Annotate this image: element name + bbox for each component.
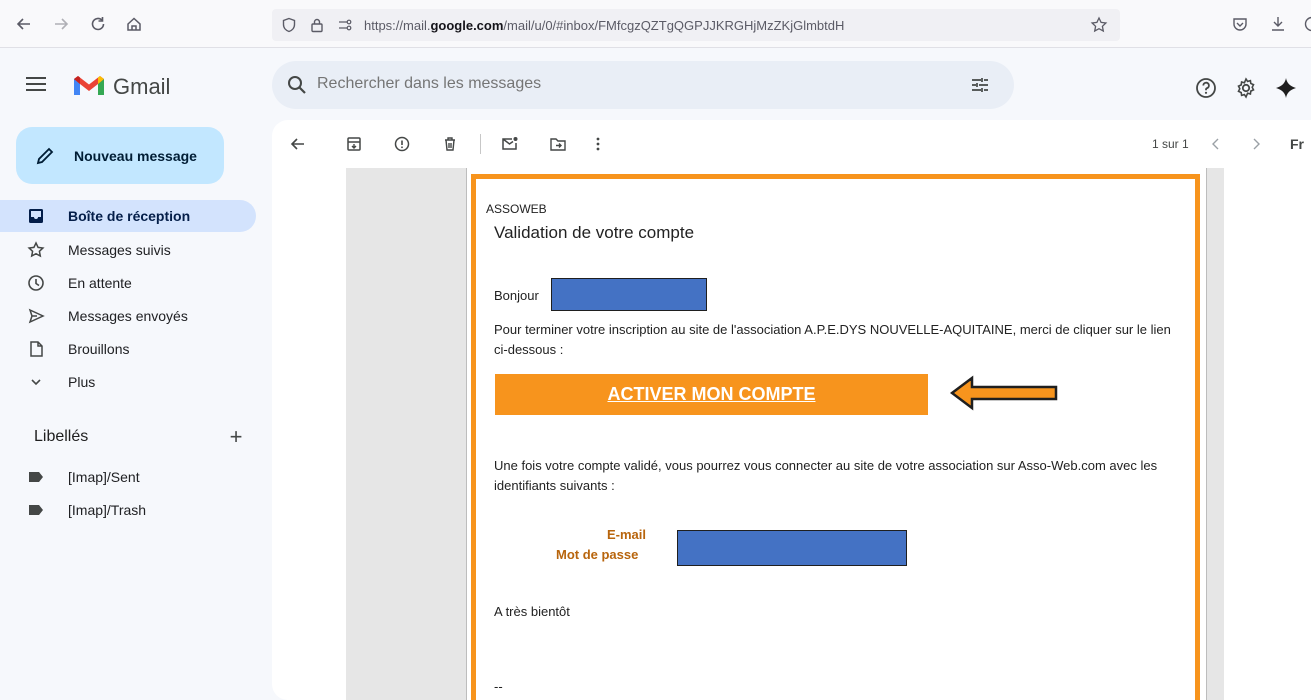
draft-icon bbox=[26, 339, 46, 359]
move-to-icon[interactable] bbox=[548, 134, 568, 154]
download-icon[interactable] bbox=[1266, 12, 1290, 36]
sidebar-item-label: Plus bbox=[68, 374, 96, 390]
email-brand: ASSOWEB bbox=[486, 202, 547, 216]
permissions-icon[interactable] bbox=[334, 14, 356, 36]
sidebar-label-text: [Imap]/Trash bbox=[68, 502, 147, 518]
label-icon bbox=[26, 500, 46, 520]
add-label-icon[interactable]: + bbox=[226, 426, 246, 448]
activate-account-button[interactable]: ACTIVER MON COMPTE bbox=[495, 374, 928, 415]
sidebar-item-label: Boîte de réception bbox=[68, 208, 191, 224]
search-options-icon[interactable] bbox=[970, 75, 990, 95]
sidebar-item-label: Messages suivis bbox=[68, 242, 171, 258]
sidebar-item-drafts[interactable]: Brouillons bbox=[0, 333, 256, 365]
older-chevron-icon[interactable] bbox=[1246, 134, 1266, 154]
email-intro: Pour terminer votre inscription au site … bbox=[494, 322, 1171, 357]
pocket-icon[interactable] bbox=[1228, 12, 1252, 36]
newer-chevron-icon[interactable] bbox=[1206, 134, 1226, 154]
gmail-header: Gmail bbox=[0, 48, 1311, 118]
sidebar-item-sent[interactable]: Messages envoyés bbox=[0, 300, 256, 332]
send-icon bbox=[26, 306, 46, 326]
bookmark-star-icon[interactable] bbox=[1088, 14, 1110, 36]
clock-icon bbox=[26, 273, 46, 293]
profile-icon[interactable] bbox=[1300, 12, 1311, 36]
shield-icon[interactable] bbox=[278, 14, 300, 36]
help-icon[interactable] bbox=[1194, 76, 1218, 100]
forward-arrow-icon[interactable] bbox=[49, 12, 73, 36]
sidebar-item-label: Brouillons bbox=[68, 341, 130, 357]
pencil-icon bbox=[36, 147, 54, 164]
sidebar-item-more[interactable]: Plus bbox=[0, 366, 256, 398]
toolbar-divider bbox=[480, 134, 481, 154]
pointer-arrow-icon bbox=[950, 375, 1058, 411]
labels-heading: Libellés bbox=[34, 428, 89, 445]
chevron-down-icon bbox=[26, 372, 46, 392]
lock-icon[interactable] bbox=[306, 14, 328, 36]
compose-button[interactable]: Nouveau message bbox=[16, 127, 224, 184]
sidebar-item-label: En attente bbox=[68, 275, 132, 291]
more-options-icon[interactable] bbox=[588, 134, 608, 154]
settings-gear-icon[interactable] bbox=[1234, 76, 1258, 100]
input-tools-button[interactable]: Fr bbox=[1282, 134, 1311, 154]
archive-icon[interactable] bbox=[344, 134, 364, 154]
redacted-name bbox=[551, 278, 707, 311]
sidebar-item-starred[interactable]: Messages suivis bbox=[0, 234, 256, 266]
pager-text: 1 sur 1 bbox=[1152, 137, 1189, 151]
sidebar-item-inbox[interactable]: Boîte de réception bbox=[0, 200, 256, 232]
signature-separator: -- bbox=[494, 679, 503, 694]
back-arrow-icon[interactable] bbox=[12, 12, 36, 36]
gmail-logo[interactable] bbox=[72, 74, 106, 98]
gemini-sparkle-icon[interactable] bbox=[1274, 76, 1298, 100]
report-spam-icon[interactable] bbox=[392, 134, 412, 154]
label-icon bbox=[26, 467, 46, 487]
star-icon bbox=[26, 240, 46, 260]
email-content-frame: ASSOWEB Validation de votre compte Bonjo… bbox=[471, 174, 1200, 700]
sidebar-item-snoozed[interactable]: En attente bbox=[0, 267, 256, 299]
email-credential-label: E-mail bbox=[607, 527, 647, 542]
email-body: ASSOWEB Validation de votre compte Bonjo… bbox=[466, 168, 1207, 700]
sidebar-label-imap-sent[interactable]: [Imap]/Sent bbox=[0, 461, 256, 493]
mark-unread-icon[interactable] bbox=[500, 134, 520, 154]
sidebar-label-imap-trash[interactable]: [Imap]/Trash bbox=[0, 494, 256, 526]
address-bar[interactable]: https://mail.google.com/mail/u/0/#inbox/… bbox=[272, 9, 1120, 41]
main-menu-icon[interactable] bbox=[24, 72, 48, 96]
activate-account-label: ACTIVER MON COMPTE bbox=[607, 384, 816, 404]
email-signoff: A très bientôt bbox=[494, 604, 570, 619]
message-view: 1 sur 1 Fr ASSOWEB Validation de votre c… bbox=[272, 120, 1311, 700]
compose-label: Nouveau message bbox=[74, 147, 197, 164]
email-title: Validation de votre compte bbox=[494, 223, 695, 242]
password-credential-label: Mot de passe bbox=[556, 547, 639, 562]
sidebar-label-text: [Imap]/Sent bbox=[68, 469, 140, 485]
email-after-validation: Une fois votre compte validé, vous pourr… bbox=[494, 458, 1158, 493]
inbox-icon bbox=[26, 206, 46, 226]
redacted-credentials bbox=[677, 530, 907, 566]
search-bar[interactable] bbox=[272, 61, 1014, 109]
search-input[interactable] bbox=[317, 75, 917, 93]
sidebar-item-label: Messages envoyés bbox=[68, 308, 188, 324]
url-text: https://mail.google.com/mail/u/0/#inbox/… bbox=[364, 17, 845, 33]
delete-icon[interactable] bbox=[440, 134, 460, 154]
reload-icon[interactable] bbox=[86, 12, 110, 36]
search-icon[interactable] bbox=[286, 74, 308, 96]
back-to-inbox-icon[interactable] bbox=[288, 134, 308, 154]
app-title: Gmail bbox=[113, 74, 171, 99]
browser-toolbar: https://mail.google.com/mail/u/0/#inbox/… bbox=[0, 0, 1311, 48]
home-icon[interactable] bbox=[122, 12, 146, 36]
